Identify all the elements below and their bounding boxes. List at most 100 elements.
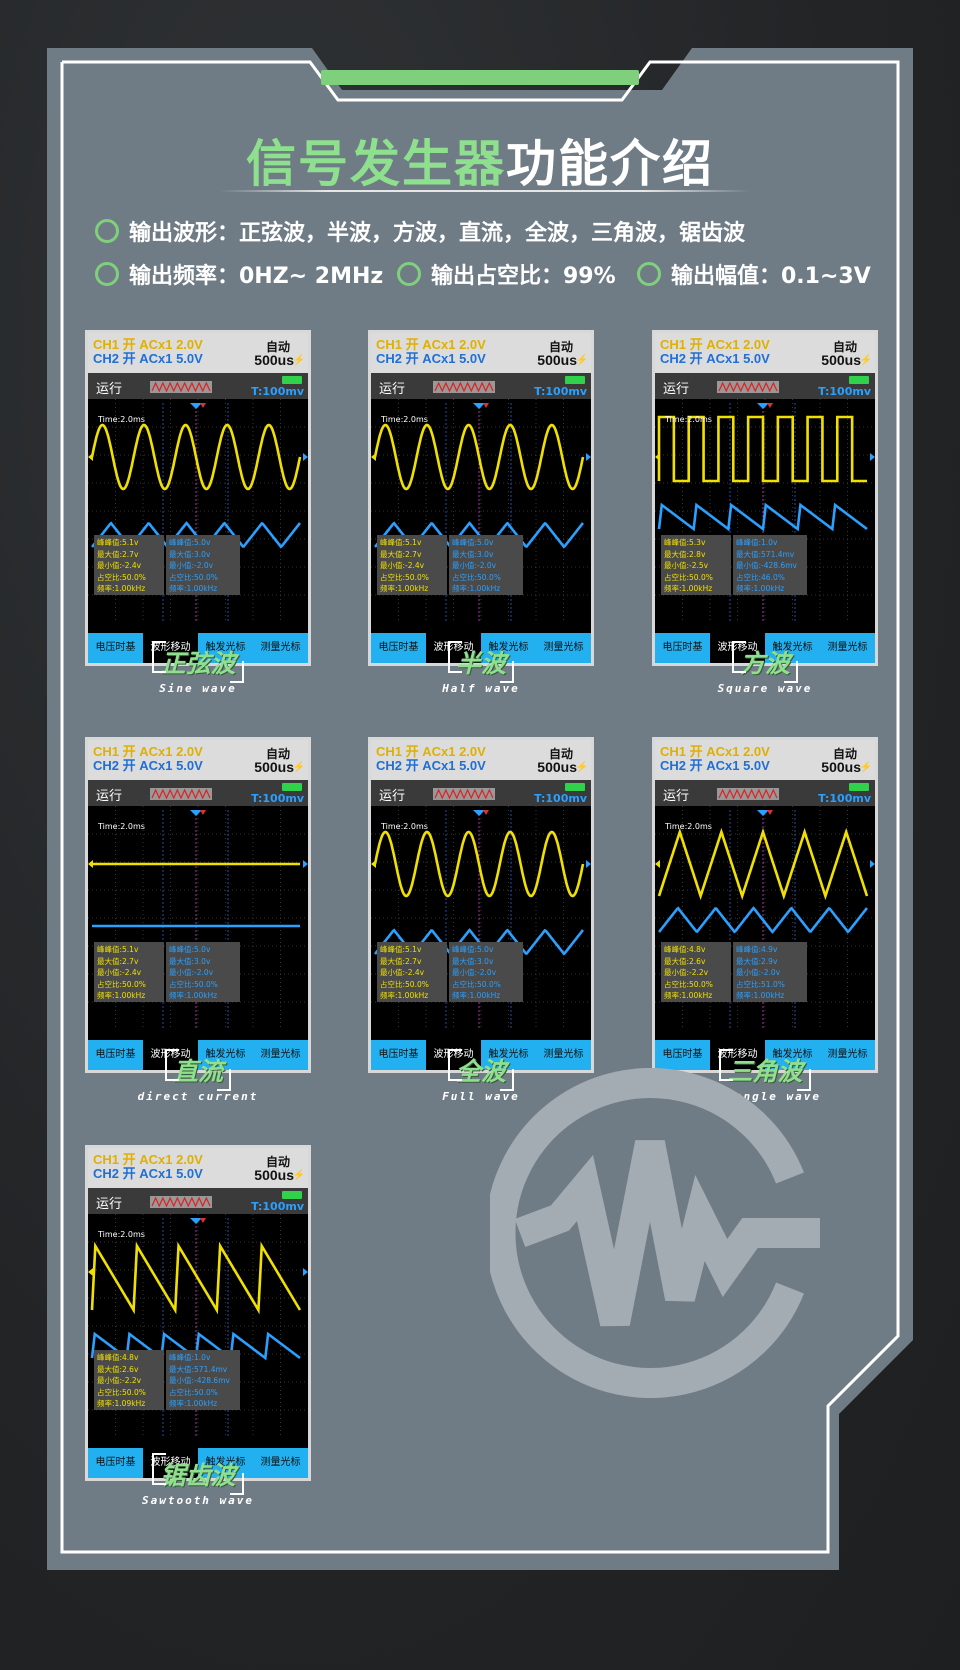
trigger-level: T:100mv bbox=[251, 385, 304, 398]
measurement-item: 频率:1.00kHz bbox=[97, 991, 146, 1000]
scope-screenshot-sawtooth: CH1 开 ACx1 2.0V CH2 开 ACx1 5.0V 自动 500us… bbox=[85, 1145, 311, 1481]
ch2-settings: CH2 开 ACx1 5.0V bbox=[93, 351, 203, 366]
time-readout: Time:2.0ms bbox=[665, 415, 712, 424]
ch2-measurements: 峰峰值:5.0v 最大值:3.0v 最小值:-2.0v 占空比:50.0% 频率:1.0… bbox=[449, 942, 523, 1002]
measurement-item: 最大值:3.0v bbox=[452, 956, 494, 966]
wave-label: 半波 Half wave bbox=[368, 641, 594, 695]
trigger-level: T:100mv bbox=[251, 1200, 304, 1213]
ch2-measurements: 峰峰值:5.0v 最大值:3.0v 最小值:-2.0v 占空比:50.0% 频率:1.0… bbox=[166, 942, 240, 1002]
ch1-settings: CH1 开 ACx1 2.0V bbox=[660, 744, 770, 759]
measurement-item: 最小值:-2.4v bbox=[97, 968, 142, 977]
battery-icon bbox=[565, 783, 585, 791]
circle-icon bbox=[95, 219, 119, 243]
measurement-item: 峰峰值:1.0v bbox=[169, 1353, 211, 1362]
measurement-item: 频率:1.00kHz bbox=[97, 584, 146, 593]
measurement-item: 最小值:-2.4v bbox=[380, 561, 425, 570]
circle-icon bbox=[397, 262, 421, 286]
channel-header: CH1 开 ACx1 2.0V CH2 开 ACx1 5.0V 自动 500us… bbox=[88, 333, 308, 373]
run-status: 运行 bbox=[379, 382, 406, 397]
status-bar: 运行 T:100mv bbox=[655, 373, 875, 399]
wave-name-en: Sawtooth wave bbox=[141, 1494, 255, 1507]
channel-header: CH1 开 ACx1 2.0V CH2 开 ACx1 5.0V 自动 500us… bbox=[88, 1148, 308, 1188]
mini-wave-icon bbox=[150, 1196, 212, 1208]
battery-icon bbox=[849, 783, 869, 791]
time-readout: Time:2.0ms bbox=[98, 415, 145, 424]
feature-text: 输出占空比：99% bbox=[431, 264, 616, 289]
ch2-settings: CH2 开 ACx1 5.0V bbox=[93, 1166, 203, 1181]
trigger-level: T:100mv bbox=[251, 792, 304, 805]
bolt-icon: ⚡ bbox=[292, 1170, 305, 1181]
top-accent-bar bbox=[321, 70, 639, 85]
run-status: 运行 bbox=[96, 789, 123, 804]
measurement-item: 占空比:50.0% bbox=[452, 572, 501, 582]
ch2-settings: CH2 开 ACx1 5.0V bbox=[376, 758, 486, 773]
timebase: 500us bbox=[821, 759, 861, 775]
measurement-item: 占空比:50.0% bbox=[169, 572, 218, 582]
measurement-item: 最大值:3.0v bbox=[169, 956, 211, 966]
measurement-item: 最大值:2.7v bbox=[380, 549, 422, 559]
ch1-measurements: 峰峰值:4.8v 最大值:2.6v 最小值:-2.2v 占空比:50.0% 频率:1.0… bbox=[661, 942, 731, 1002]
ch1-settings: CH1 开 ACx1 2.0V bbox=[93, 337, 203, 352]
status-bar: 运行 T:100mv bbox=[88, 1188, 308, 1214]
measurement-item: 峰峰值:4.8v bbox=[664, 945, 706, 954]
wave-name-cn: 半波 bbox=[447, 641, 515, 683]
timebase: 500us bbox=[821, 352, 861, 368]
channel-header: CH1 开 ACx1 2.0V CH2 开 ACx1 5.0V 自动 500us… bbox=[88, 740, 308, 780]
battery-icon bbox=[849, 376, 869, 384]
measurement-item: 最小值:-2.0v bbox=[169, 561, 214, 570]
measurement-item: 最大值:2.8v bbox=[664, 549, 706, 559]
measurement-item: 占空比:46.0% bbox=[736, 572, 785, 582]
measurement-item: 最小值:-2.0v bbox=[452, 561, 497, 570]
ch1-measurements: 峰峰值:5.1v 最大值:2.7v 最小值:-2.4v 占空比:50.0% 频率:1.0… bbox=[377, 535, 447, 595]
feature-duty: 输出占空比：99% bbox=[397, 258, 616, 290]
status-bar: 运行 T:100mv bbox=[371, 373, 591, 399]
ch1-settings: CH1 开 ACx1 2.0V bbox=[660, 337, 770, 352]
ch1-measurements: 峰峰值:5.1v 最大值:2.7v 最小值:-2.4v 占空比:50.0% 频率:1.0… bbox=[377, 942, 447, 1002]
ch2-measurements: 峰峰值:1.0v 最大值:571.4mv 最小值:-428.6mv 占空比:50.0%… bbox=[166, 1350, 240, 1410]
measurement-item: 最小值:-2.4v bbox=[97, 561, 142, 570]
measurement-item: 最大值:3.0v bbox=[452, 549, 494, 559]
circle-icon bbox=[95, 262, 119, 286]
measurement-item: 频率:1.00kHz bbox=[736, 991, 785, 1000]
ch2-settings: CH2 开 ACx1 5.0V bbox=[660, 758, 770, 773]
measurement-item: 占空比:51.0% bbox=[736, 979, 785, 989]
feature-waveforms: 输出波形：正弦波，半波，方波，直流，全波，三角波，锯齿波 bbox=[95, 215, 745, 247]
measurement-item: 最小值:-428.6mv bbox=[169, 1376, 230, 1385]
timebase: 500us bbox=[254, 1167, 294, 1183]
measurement-item: 最小值:-2.5v bbox=[664, 561, 709, 570]
measurement-item: 频率:1.00kHz bbox=[169, 584, 218, 593]
measurement-item: 峰峰值:5.0v bbox=[169, 945, 211, 954]
bolt-icon: ⚡ bbox=[575, 762, 588, 773]
ch1-settings: CH1 开 ACx1 2.0V bbox=[93, 744, 203, 759]
wave-label: 直流 direct current bbox=[85, 1049, 311, 1103]
wave-label: 锯齿波 Sawtooth wave bbox=[85, 1453, 311, 1507]
measurement-item: 最大值:2.6v bbox=[97, 1364, 139, 1374]
ch2-settings: CH2 开 ACx1 5.0V bbox=[376, 351, 486, 366]
battery-icon bbox=[565, 376, 585, 384]
measurement-item: 占空比:50.0% bbox=[97, 1387, 146, 1397]
measurement-item: 频率:1.00kHz bbox=[664, 584, 713, 593]
run-status: 运行 bbox=[663, 789, 690, 804]
timebase: 500us bbox=[537, 352, 577, 368]
bolt-icon: ⚡ bbox=[292, 762, 305, 773]
measurement-item: 峰峰值:4.8v bbox=[97, 1353, 139, 1362]
wave-name-en: Sine wave bbox=[159, 682, 237, 695]
measurement-item: 最大值:2.6v bbox=[664, 956, 706, 966]
measurement-item: 最小值:-2.2v bbox=[97, 1376, 142, 1385]
measurement-item: 最大值:571.4mv bbox=[736, 549, 795, 559]
trigger-level: T:100mv bbox=[818, 385, 871, 398]
measurement-item: 最大值:2.7v bbox=[97, 956, 139, 966]
mini-wave-icon bbox=[433, 788, 495, 800]
measurement-item: 峰峰值:5.3v bbox=[664, 538, 706, 547]
run-status: 运行 bbox=[96, 382, 123, 397]
measurement-item: 频率:1.00kHz bbox=[380, 584, 429, 593]
time-readout: Time:2.0ms bbox=[98, 822, 145, 831]
ch2-settings: CH2 开 ACx1 5.0V bbox=[93, 758, 203, 773]
feature-text: 输出波形：正弦波，半波，方波，直流，全波，三角波，锯齿波 bbox=[129, 221, 746, 246]
run-status: 运行 bbox=[96, 1197, 123, 1212]
time-readout: Time:2.0ms bbox=[665, 822, 712, 831]
bolt-icon: ⚡ bbox=[859, 762, 872, 773]
scope-screenshot-square: CH1 开 ACx1 2.0V CH2 开 ACx1 5.0V 自动 500us… bbox=[652, 330, 878, 666]
status-bar: 运行 T:100mv bbox=[88, 780, 308, 806]
feature-amplitude: 输出幅值：0.1~3V bbox=[637, 258, 871, 290]
